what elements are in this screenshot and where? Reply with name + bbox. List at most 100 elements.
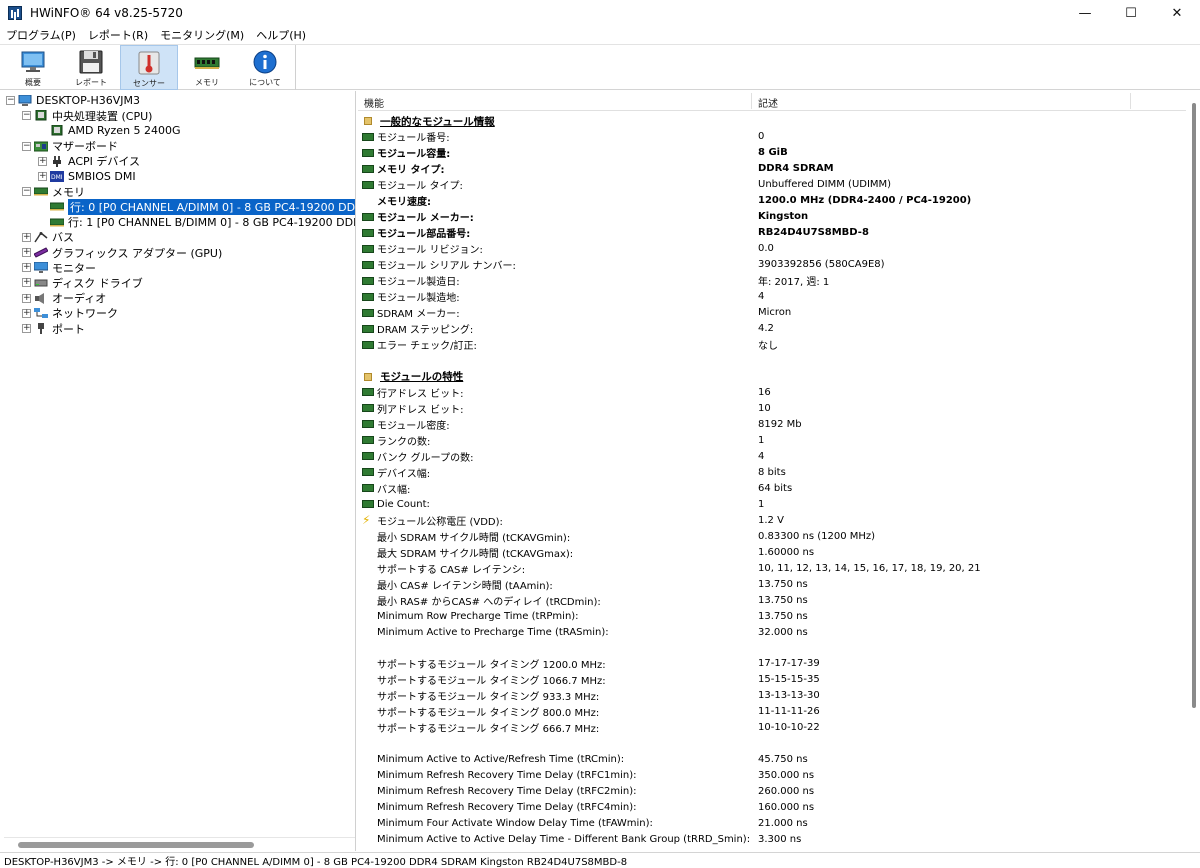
tree-item[interactable]: + ACPI デバイス [38, 154, 140, 169]
maximize-button[interactable]: ☐ [1108, 0, 1154, 26]
details-vertical-scrollbar[interactable] [1187, 91, 1200, 851]
detail-row[interactable]: メモリ タイプ: DDR4 SDRAM [358, 161, 1186, 177]
description-value: 8192 Mb [758, 418, 802, 430]
detail-row[interactable]: サポートするモジュール タイミング 1066.7 MHz: 15-15-15-35 [358, 672, 1186, 688]
expand-toggle[interactable]: + [38, 172, 47, 181]
detail-row[interactable]: サポートするモジュール タイミング 666.7 MHz: 10-10-10-22 [358, 720, 1186, 736]
detail-row[interactable]: エラー チェック/訂正: なし [358, 337, 1186, 353]
detail-row[interactable]: モジュール部品番号: RB24D4U7S8MBD-8 [358, 225, 1186, 241]
detail-row[interactable]: モジュール シリアル ナンバー: 3903392856 (580CA9E8) [358, 257, 1186, 273]
detail-row[interactable]: モジュール密度: 8192 Mb [358, 416, 1186, 432]
detail-row[interactable]: Minimum Row Precharge Time (tRPmin): 13.7… [358, 608, 1186, 624]
section-header-row[interactable]: 一般的なモジュール情報 [358, 113, 1186, 129]
detail-row[interactable]: 最大 SDRAM サイクル時間 (tCKAVGmax): 1.60000 ns [358, 544, 1186, 560]
detail-row[interactable]: Minimum Active to Active Delay Time - Di… [358, 832, 1186, 848]
tree-item[interactable]: − マザーボード [22, 139, 118, 154]
menu-help[interactable]: ヘルプ(H) [250, 27, 312, 43]
expand-toggle[interactable]: + [22, 308, 31, 318]
graphics-card-icon [33, 247, 49, 258]
tree-item[interactable]: + ディスク ドライブ [22, 275, 143, 290]
feature-cell: ⚡ モジュール公称電圧 (VDD): [362, 513, 503, 528]
detail-row[interactable]: モジュール製造地: 4 [358, 289, 1186, 305]
memory-button[interactable]: メモリ [178, 45, 236, 90]
detail-row[interactable]: Die Count: 1 [358, 496, 1186, 512]
detail-row[interactable]: メモリ速度: 1200.0 MHz (DDR4-2400 / PC4-19200) [358, 193, 1186, 209]
tree-item[interactable]: + グラフィックス アダプター (GPU) [22, 245, 222, 260]
detail-row[interactable]: Minimum Refresh Recovery Time Delay (tRF… [358, 768, 1186, 784]
feature-label: 一般的なモジュール情報 [380, 115, 495, 128]
collapse-toggle[interactable]: − [6, 96, 15, 105]
detail-row[interactable]: Minimum Active to Precharge Time (tRASmi… [358, 624, 1186, 640]
column-separator[interactable] [751, 93, 752, 109]
tree-item[interactable]: + バス [22, 230, 74, 245]
tree-item-label: AMD Ryzen 5 2400G [68, 124, 181, 138]
tree-item[interactable]: 行: 0 [P0 CHANNEL A/DIMM 0] - 8 GB PC4-19… [38, 198, 355, 215]
detail-row[interactable]: モジュール番号: 0 [358, 129, 1186, 145]
collapse-toggle[interactable]: − [22, 141, 31, 151]
detail-row[interactable]: モジュール容量: 8 GiB [358, 145, 1186, 161]
detail-row[interactable]: Minimum Refresh Recovery Time Delay (tRF… [358, 800, 1186, 816]
menu-program[interactable]: プログラム(P) [0, 27, 82, 43]
collapse-toggle[interactable]: − [22, 111, 31, 121]
tree-item[interactable]: + ネットワーク [22, 306, 118, 321]
expand-toggle[interactable]: + [38, 156, 47, 166]
detail-row[interactable]: バス幅: 64 bits [358, 480, 1186, 496]
detail-row[interactable]: DRAM ステッピング: 4.2 [358, 321, 1186, 337]
details-scrollbar-thumb[interactable] [1192, 103, 1196, 708]
description-column-header[interactable]: 記述 [758, 95, 778, 110]
detail-row[interactable]: 最小 SDRAM サイクル時間 (tCKAVGmin): 0.83300 ns (… [358, 528, 1186, 544]
collapse-toggle[interactable]: − [22, 187, 31, 197]
expand-toggle[interactable]: + [22, 278, 31, 288]
tree-scrollbar-thumb[interactable] [18, 842, 254, 848]
expand-toggle[interactable]: + [22, 232, 31, 242]
section-header-row[interactable]: モジュールの特性 [358, 369, 1186, 385]
section-icon [364, 117, 372, 125]
tree-item[interactable]: + モニター [22, 260, 96, 275]
detail-row[interactable]: モジュール製造日: 年: 2017, 週: 1 [358, 273, 1186, 289]
detail-row[interactable]: サポートするモジュール タイミング 933.3 MHz: 13-13-13-30 [358, 688, 1186, 704]
detail-row[interactable]: サポートするモジュール タイミング 800.0 MHz: 11-11-11-26 [358, 704, 1186, 720]
column-separator[interactable] [1130, 93, 1131, 109]
detail-row[interactable]: ⚡ モジュール公称電圧 (VDD): 1.2 V [358, 512, 1186, 528]
detail-row[interactable]: Minimum Refresh Recovery Time Delay (tRF… [358, 784, 1186, 800]
detail-row[interactable]: 最小 CAS# レイテンシ時間 (tAAmin): 13.750 ns [358, 576, 1186, 592]
minimize-button[interactable]: — [1062, 0, 1108, 26]
menu-monitoring[interactable]: モニタリング(M) [154, 27, 250, 43]
close-button[interactable]: ✕ [1154, 0, 1200, 26]
sensor-button[interactable]: センサー [120, 45, 178, 90]
detail-row[interactable]: 最小 RAS# からCAS# へのディレイ (tRCDmin): 13.750 n… [358, 592, 1186, 608]
tree-item[interactable]: 行: 1 [P0 CHANNEL B/DIMM 0] - 8 GB PC4-19… [38, 215, 355, 230]
detail-row[interactable]: モジュール タイプ: Unbuffered DIMM (UDIMM) [358, 177, 1186, 193]
feature-column-header[interactable]: 機能 [364, 95, 384, 110]
monitor-icon [19, 49, 47, 75]
tree-item[interactable]: + ポート [22, 321, 85, 336]
detail-row[interactable]: バンク グループの数: 4 [358, 448, 1186, 464]
tree-item[interactable]: AMD Ryzen 5 2400G [38, 123, 181, 138]
detail-row[interactable]: サポートするモジュール タイミング 1200.0 MHz: 17-17-17-39 [358, 656, 1186, 672]
detail-row[interactable]: 行アドレス ビット: 16 [358, 384, 1186, 400]
detail-row[interactable]: モジュール リビジョン: 0.0 [358, 241, 1186, 257]
expand-toggle[interactable]: + [22, 293, 31, 303]
tree-item[interactable]: − 中央処理装置 (CPU) [22, 108, 152, 123]
menu-report[interactable]: レポート(R) [82, 27, 154, 43]
tree-item[interactable]: − DESKTOP-H36VJM3 [6, 93, 140, 108]
detail-row[interactable]: サポートする CAS# レイテンシ: 10, 11, 12, 13, 14, 15… [358, 560, 1186, 576]
detail-row[interactable]: Minimum Four Activate Window Delay Time … [358, 816, 1186, 832]
tree-item[interactable]: + オーディオ [22, 291, 106, 306]
tree-horizontal-scrollbar[interactable] [4, 837, 355, 851]
report-button[interactable]: レポート [62, 45, 120, 90]
expand-toggle[interactable]: + [22, 324, 31, 333]
tree-item[interactable]: + DMI SMBIOS DMI [38, 169, 136, 184]
detail-row[interactable]: モジュール メーカー: Kingston [358, 209, 1186, 225]
summary-button[interactable]: 概要 [4, 45, 62, 90]
expand-toggle[interactable]: + [22, 263, 31, 273]
detail-row[interactable]: Minimum Active to Active/Refresh Time (t… [358, 752, 1186, 768]
detail-row[interactable]: ランクの数: 1 [358, 432, 1186, 448]
about-button[interactable]: について [236, 45, 294, 90]
detail-row[interactable]: 列アドレス ビット: 10 [358, 400, 1186, 416]
detail-row[interactable]: SDRAM メーカー: Micron [358, 305, 1186, 321]
expand-toggle[interactable]: + [22, 248, 31, 257]
detail-row[interactable]: デバイス幅: 8 bits [358, 464, 1186, 480]
feature-cell: モジュールの特性 [362, 369, 463, 384]
tree-item[interactable]: − メモリ [22, 184, 85, 199]
